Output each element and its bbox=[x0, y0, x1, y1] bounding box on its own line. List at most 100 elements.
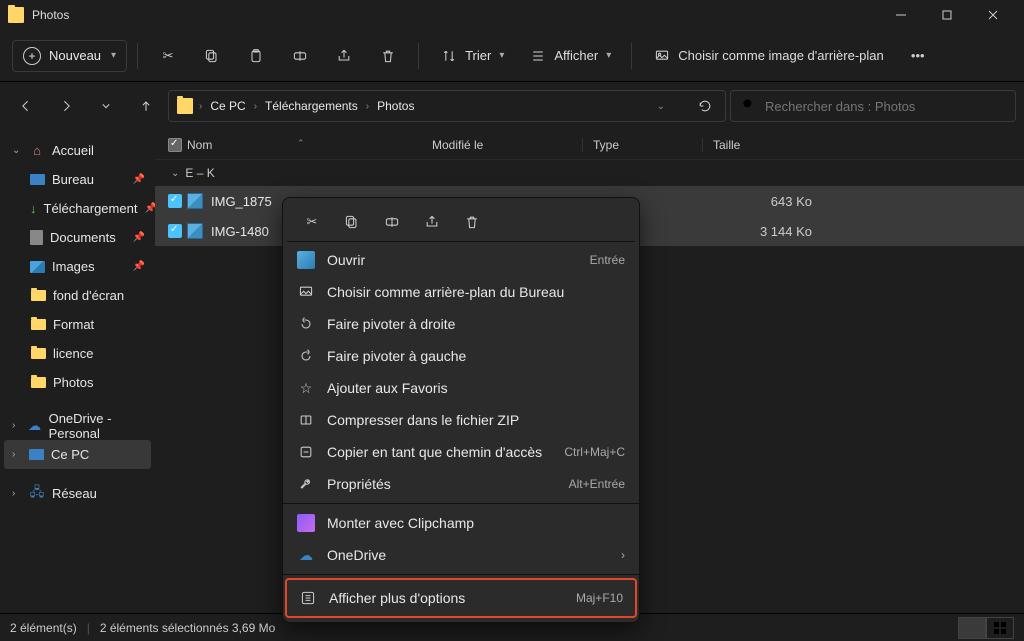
ctx-open[interactable]: OuvrirEntrée bbox=[287, 244, 635, 276]
row-checkbox[interactable] bbox=[168, 194, 182, 208]
close-button[interactable] bbox=[970, 0, 1016, 30]
back-button[interactable] bbox=[8, 88, 44, 124]
ctx-delete-button[interactable] bbox=[453, 206, 491, 238]
set-background-label: Choisir comme image d'arrière-plan bbox=[678, 48, 884, 63]
rename-button[interactable] bbox=[280, 39, 320, 73]
toolbar: + Nouveau ▾ ✂ Trier ▾ Afficher ▾ Choisir… bbox=[0, 30, 1024, 82]
ctx-copy-button[interactable] bbox=[333, 206, 371, 238]
chevron-right-icon: › bbox=[199, 101, 202, 112]
sidebar-item-format[interactable]: Format bbox=[4, 310, 151, 339]
set-background-button[interactable]: Choisir comme image d'arrière-plan bbox=[642, 39, 894, 73]
thumbnail-view-button[interactable] bbox=[986, 617, 1014, 639]
crumb-photos[interactable]: Photos bbox=[375, 97, 416, 115]
sidebar-item-documents[interactable]: Documents 📌 bbox=[4, 223, 151, 252]
col-size[interactable]: Taille bbox=[702, 138, 832, 152]
sort-button[interactable]: Trier ▾ bbox=[429, 39, 514, 73]
ctx-favorites[interactable]: ☆Ajouter aux Favoris bbox=[287, 372, 635, 404]
ctx-properties[interactable]: PropriétésAlt+Entrée bbox=[287, 468, 635, 500]
copy-path-icon bbox=[297, 443, 315, 461]
view-label: Afficher bbox=[554, 48, 598, 63]
search-box[interactable] bbox=[730, 90, 1016, 122]
ctx-copy-path[interactable]: Copier en tant que chemin d'accèsCtrl+Ma… bbox=[287, 436, 635, 468]
paste-button[interactable] bbox=[236, 39, 276, 73]
share-button[interactable] bbox=[324, 39, 364, 73]
row-checkbox[interactable] bbox=[168, 224, 182, 238]
select-all-checkbox[interactable] bbox=[168, 138, 182, 152]
ctx-clipchamp[interactable]: Monter avec Clipchamp bbox=[287, 507, 635, 539]
titlebar: Photos bbox=[0, 0, 1024, 30]
chevron-down-icon[interactable]: ⌄ bbox=[657, 101, 665, 112]
sidebar-item-desktop[interactable]: Bureau📌 bbox=[4, 165, 151, 194]
sidebar-item-wallpaper[interactable]: fond d'écran bbox=[4, 281, 151, 310]
forward-button[interactable] bbox=[48, 88, 84, 124]
copy-button[interactable] bbox=[192, 39, 232, 73]
sidebar-item-onedrive[interactable]: ›☁OneDrive - Personal bbox=[4, 411, 151, 440]
delete-icon bbox=[378, 46, 398, 66]
col-name[interactable]: Nom⌃ bbox=[187, 138, 432, 152]
new-button[interactable]: + Nouveau ▾ bbox=[12, 40, 127, 72]
cloud-icon: ☁ bbox=[297, 546, 315, 564]
sidebar-label: Documents bbox=[50, 230, 116, 245]
crumb-cePC[interactable]: Ce PC bbox=[208, 97, 247, 115]
star-icon: ☆ bbox=[297, 379, 315, 397]
sidebar-item-licence[interactable]: licence bbox=[4, 339, 151, 368]
chevron-down-icon: ⌄ bbox=[171, 168, 179, 179]
paste-icon bbox=[246, 46, 266, 66]
documents-icon bbox=[30, 230, 43, 245]
ctx-zip[interactable]: Compresser dans le fichier ZIP bbox=[287, 404, 635, 436]
details-view-button[interactable] bbox=[958, 617, 986, 639]
delete-button[interactable] bbox=[368, 39, 408, 73]
cut-button[interactable]: ✂ bbox=[148, 39, 188, 73]
ctx-onedrive[interactable]: ☁OneDrive› bbox=[287, 539, 635, 571]
pin-icon: 📌 bbox=[133, 232, 145, 243]
background-icon bbox=[297, 283, 315, 301]
sidebar-item-network[interactable]: ›🖧Réseau bbox=[4, 479, 151, 508]
sidebar-item-photos[interactable]: Photos bbox=[4, 368, 151, 397]
col-modified[interactable]: Modifié le bbox=[432, 138, 582, 152]
up-button[interactable] bbox=[128, 88, 164, 124]
sidebar-label: licence bbox=[53, 346, 93, 361]
view-button[interactable]: Afficher ▾ bbox=[518, 39, 621, 73]
crumb-downloads[interactable]: Téléchargements bbox=[263, 97, 360, 115]
sidebar-label: Réseau bbox=[52, 486, 97, 501]
sidebar-label: OneDrive - Personal bbox=[49, 411, 151, 441]
separator bbox=[631, 43, 632, 69]
group-header[interactable]: ⌄ E – K bbox=[155, 160, 1024, 186]
search-input[interactable] bbox=[765, 99, 1005, 114]
folder-icon bbox=[30, 288, 46, 304]
breadcrumb[interactable]: › Ce PC › Téléchargements › Photos ⌄ bbox=[168, 90, 726, 122]
ctx-more-options[interactable]: Afficher plus d'optionsMaj+F10 bbox=[289, 582, 633, 614]
file-size: 643 Ko bbox=[702, 194, 832, 209]
minimize-button[interactable] bbox=[878, 0, 924, 30]
sidebar-item-home[interactable]: ⌄⌂Accueil bbox=[4, 136, 151, 165]
ctx-set-bg[interactable]: Choisir comme arrière-plan du Bureau bbox=[287, 276, 635, 308]
chevron-right-icon: › bbox=[621, 548, 625, 562]
sidebar: ⌄⌂Accueil Bureau📌 ↓Téléchargement📌 Docum… bbox=[0, 130, 155, 613]
more-button[interactable]: ••• bbox=[898, 39, 938, 73]
folder-icon bbox=[30, 346, 46, 362]
sidebar-item-images[interactable]: Images📌 bbox=[4, 252, 151, 281]
file-name: IMG-1480 bbox=[211, 224, 269, 239]
ctx-cut-button[interactable]: ✂ bbox=[293, 206, 331, 238]
ctx-share-button[interactable] bbox=[413, 206, 451, 238]
recent-button[interactable] bbox=[88, 88, 124, 124]
chevron-down-icon: ▾ bbox=[606, 50, 611, 61]
file-name: IMG_1875 bbox=[211, 194, 272, 209]
ctx-rename-button[interactable] bbox=[373, 206, 411, 238]
rotate-right-icon bbox=[297, 315, 315, 333]
refresh-button[interactable] bbox=[693, 94, 717, 118]
rename-icon bbox=[290, 46, 310, 66]
col-type[interactable]: Type bbox=[582, 138, 702, 152]
cloud-icon: ☁ bbox=[28, 418, 42, 434]
sidebar-item-thispc[interactable]: ›Ce PC bbox=[4, 440, 151, 469]
pin-icon: 📌 bbox=[133, 261, 145, 272]
rotate-left-icon bbox=[297, 347, 315, 365]
ctx-rotate-right[interactable]: Faire pivoter à droite bbox=[287, 308, 635, 340]
group-label: E – K bbox=[185, 166, 214, 180]
maximize-button[interactable] bbox=[924, 0, 970, 30]
ctx-rotate-left[interactable]: Faire pivoter à gauche bbox=[287, 340, 635, 372]
column-headers: Nom⌃ Modifié le Type Taille bbox=[155, 130, 1024, 160]
context-menu: ✂ OuvrirEntrée Choisir comme arrière-pla… bbox=[282, 197, 640, 623]
pc-icon bbox=[29, 449, 44, 460]
sidebar-item-downloads[interactable]: ↓Téléchargement📌 bbox=[4, 194, 151, 223]
